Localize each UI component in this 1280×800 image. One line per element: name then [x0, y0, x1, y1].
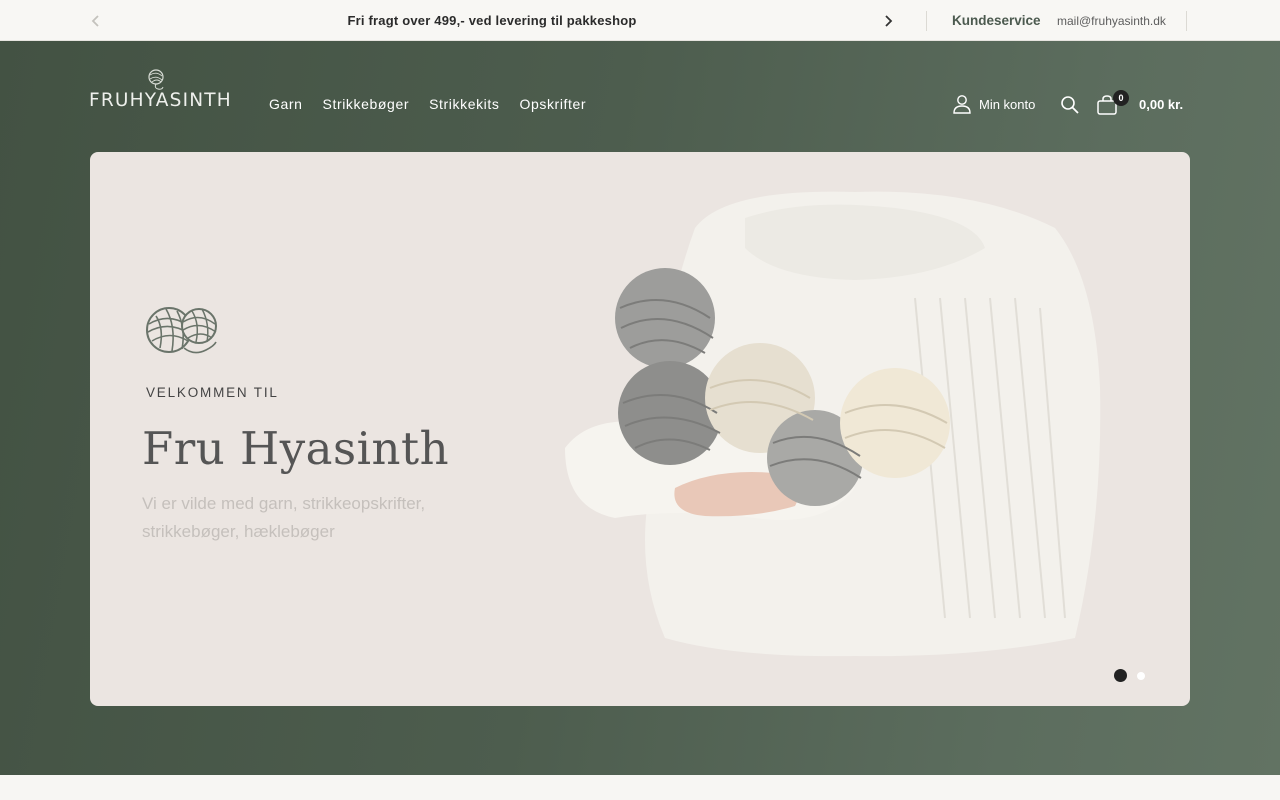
hero-slide: VELKOMMEN TIL Fru Hyasinth Vi er vilde m… — [90, 152, 1190, 706]
hero-eyebrow: VELKOMMEN TIL — [146, 385, 279, 400]
main-nav: Garn Strikkebøger Strikkekits Opskrifter — [269, 96, 586, 112]
customer-service-link[interactable]: Kundeservice — [952, 13, 1041, 28]
nav-item-garn[interactable]: Garn — [269, 96, 303, 112]
chevron-right-icon — [885, 15, 893, 27]
topbar-divider — [1186, 11, 1187, 31]
slide-dot-2[interactable] — [1137, 671, 1145, 680]
account-link[interactable]: Min konto — [952, 94, 1035, 114]
site-logo[interactable]: FRUHYASINTH — [89, 68, 231, 112]
slide-dot-1[interactable] — [1114, 669, 1127, 682]
yarn-ball-icon — [146, 307, 217, 354]
search-icon — [1061, 96, 1079, 114]
slide-dots — [1114, 669, 1145, 682]
announcement-next-button[interactable] — [878, 11, 898, 31]
hero-title: Fru Hyasinth — [142, 422, 450, 475]
announcement-message: Fri fragt over 499,- ved levering til pa… — [347, 13, 637, 28]
logo-text: FRUHYASINTH — [89, 90, 232, 111]
yarn-logo-icon — [148, 69, 164, 90]
cart-total[interactable]: 0,00 kr. — [1139, 97, 1183, 112]
hero-subtitle: Vi er vilde med garn, strikkeopskrifter,… — [142, 494, 426, 541]
nav-item-opskrifter[interactable]: Opskrifter — [519, 96, 586, 112]
chevron-left-icon — [91, 15, 99, 27]
account-label: Min konto — [979, 96, 1036, 112]
user-icon — [953, 95, 971, 114]
nav-item-strikkekits[interactable]: Strikkekits — [429, 96, 499, 112]
announcement-prev-button[interactable] — [86, 11, 106, 31]
email-link[interactable]: mail@fruhyasinth.dk — [1057, 14, 1166, 28]
cart-count-badge: 0 — [1113, 90, 1129, 106]
hero-image — [565, 191, 1101, 657]
announcement-bar: Fri fragt over 499,- ved levering til pa… — [0, 0, 1280, 41]
search-button[interactable] — [1060, 95, 1080, 120]
nav-item-strikkeboger[interactable]: Strikkebøger — [323, 96, 410, 112]
topbar-divider — [926, 11, 927, 31]
